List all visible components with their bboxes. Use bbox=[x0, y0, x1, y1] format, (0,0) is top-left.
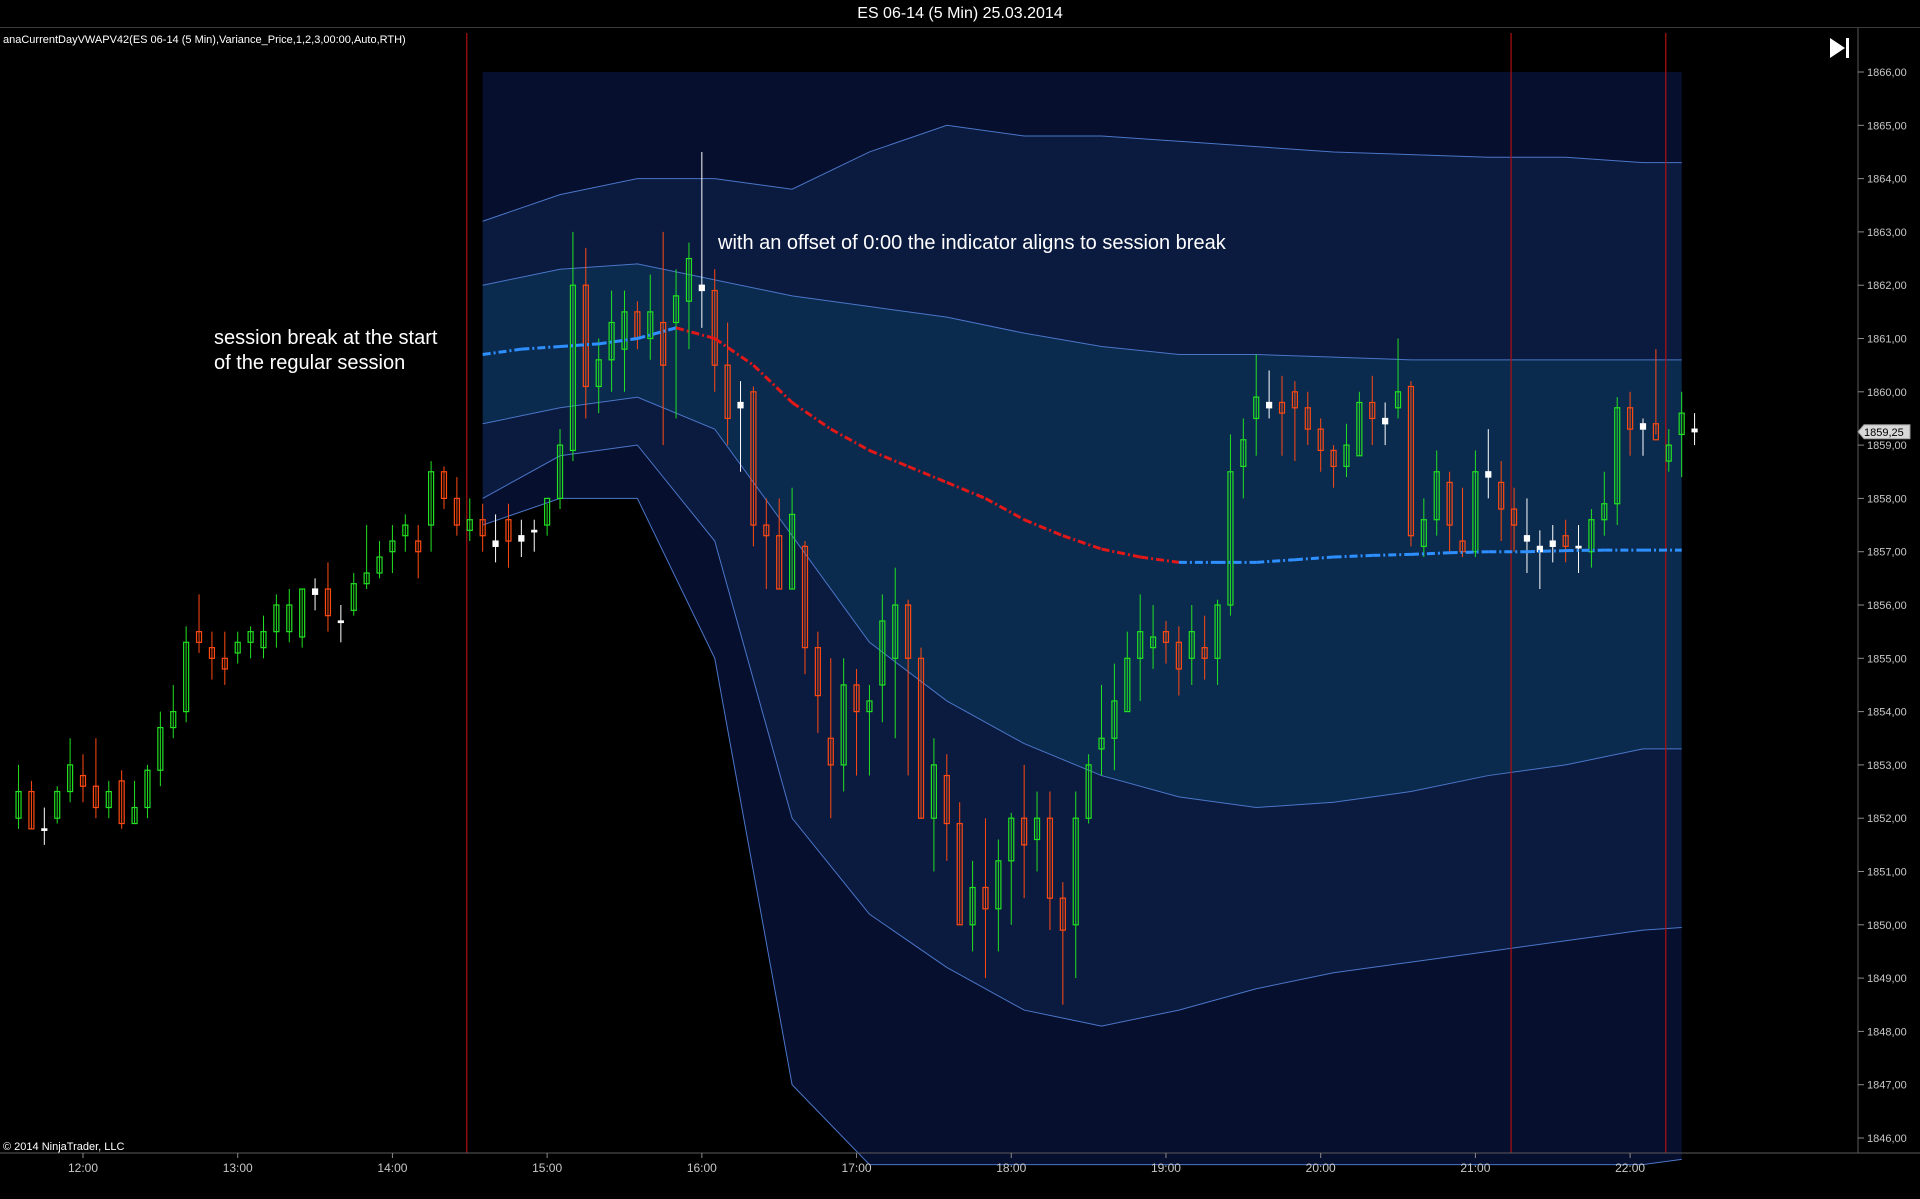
x-tick-label: 22:00 bbox=[1615, 1161, 1645, 1175]
x-tick-label: 13:00 bbox=[223, 1161, 253, 1175]
skip-to-end-icon[interactable] bbox=[1826, 34, 1854, 62]
x-tick-label: 12:00 bbox=[68, 1161, 98, 1175]
y-tick-label: 1849,00 bbox=[1867, 973, 1907, 985]
candle-body bbox=[1485, 471, 1492, 478]
copyright-text: © 2014 NinjaTrader, LLC bbox=[3, 1141, 124, 1153]
x-tick-label: 21:00 bbox=[1460, 1161, 1490, 1175]
annotation-session-break-line1: session break at the start bbox=[214, 327, 438, 349]
vwap-segment bbox=[1449, 550, 1489, 555]
y-tick-label: 1853,00 bbox=[1867, 760, 1907, 772]
candle-body bbox=[1549, 540, 1556, 547]
candle-body bbox=[492, 540, 499, 547]
candle-body bbox=[737, 401, 744, 409]
annotation-session-break-line2: of the regular session bbox=[214, 352, 405, 374]
candle-body bbox=[531, 529, 538, 533]
chart-panel[interactable]: 1846,00 1847,00 1848,00 1849,00 1850,00 1851,… bbox=[0, 28, 1920, 1199]
x-tick-label: 14:00 bbox=[377, 1161, 407, 1175]
candle-body bbox=[1523, 535, 1531, 542]
candle-body bbox=[1639, 423, 1647, 430]
price-chart[interactable]: 1846,00 1847,00 1848,00 1849,00 1850,00 1851,… bbox=[0, 28, 1920, 1199]
x-tick-label: 17:00 bbox=[842, 1161, 872, 1175]
y-tick-label: 1866,00 bbox=[1867, 67, 1907, 79]
candle-body bbox=[1382, 417, 1389, 425]
last-price-marker: 1859,25 bbox=[1857, 424, 1911, 440]
vwap-segment bbox=[1565, 548, 1605, 553]
last-price-label: 1859,25 bbox=[1864, 427, 1904, 439]
y-tick-label: 1858,00 bbox=[1867, 493, 1907, 505]
y-tick-label: 1864,00 bbox=[1867, 174, 1907, 186]
y-tick-label: 1865,00 bbox=[1867, 120, 1907, 132]
y-tick-label: 1860,00 bbox=[1867, 387, 1907, 399]
y-tick-label: 1854,00 bbox=[1867, 707, 1907, 719]
candle-body bbox=[1691, 428, 1698, 433]
indicator-label: anaCurrentDayVWAPV42(ES 06-14 (5 Min),Va… bbox=[3, 34, 406, 46]
y-tick-label: 1863,00 bbox=[1867, 227, 1907, 239]
candle-body bbox=[698, 284, 705, 292]
annotation-offset-note: with an offset of 0:00 the indicator ali… bbox=[717, 232, 1227, 254]
y-tick-label: 1862,00 bbox=[1867, 280, 1907, 292]
vwap-segment bbox=[1526, 549, 1566, 554]
y-tick-label: 1847,00 bbox=[1867, 1080, 1907, 1092]
y-tick-label: 1850,00 bbox=[1867, 920, 1907, 932]
candle-body bbox=[41, 828, 48, 831]
x-tick-label: 18:00 bbox=[996, 1161, 1026, 1175]
y-tick-label: 1855,00 bbox=[1867, 653, 1907, 665]
y-tick-label: 1846,00 bbox=[1867, 1133, 1907, 1145]
y-tick-label: 1851,00 bbox=[1867, 867, 1907, 879]
y-tick-label: 1856,00 bbox=[1867, 600, 1907, 612]
y-tick-label: 1861,00 bbox=[1867, 334, 1907, 346]
window-titlebar: ES 06-14 (5 Min) 25.03.2014 bbox=[0, 0, 1920, 28]
candle-body bbox=[311, 588, 319, 595]
candle-body bbox=[337, 620, 344, 624]
x-tick-label: 15:00 bbox=[532, 1161, 562, 1175]
vwap-segment bbox=[1333, 553, 1373, 559]
y-tick-label: 1848,00 bbox=[1867, 1026, 1907, 1038]
candle-body bbox=[518, 535, 525, 542]
y-tick-label: 1852,00 bbox=[1867, 813, 1907, 825]
x-tick-label: 20:00 bbox=[1306, 1161, 1336, 1175]
x-tick-label: 19:00 bbox=[1151, 1161, 1181, 1175]
candle-body bbox=[1575, 545, 1582, 549]
x-tick-label: 16:00 bbox=[687, 1161, 717, 1175]
vwap-segment bbox=[1410, 551, 1450, 556]
candle-body bbox=[1266, 401, 1273, 409]
y-tick-label: 1859,00 bbox=[1867, 440, 1907, 452]
window-title: ES 06-14 (5 Min) 25.03.2014 bbox=[857, 5, 1063, 22]
y-tick-label: 1857,00 bbox=[1867, 547, 1907, 559]
vwap-segment bbox=[1372, 552, 1411, 557]
